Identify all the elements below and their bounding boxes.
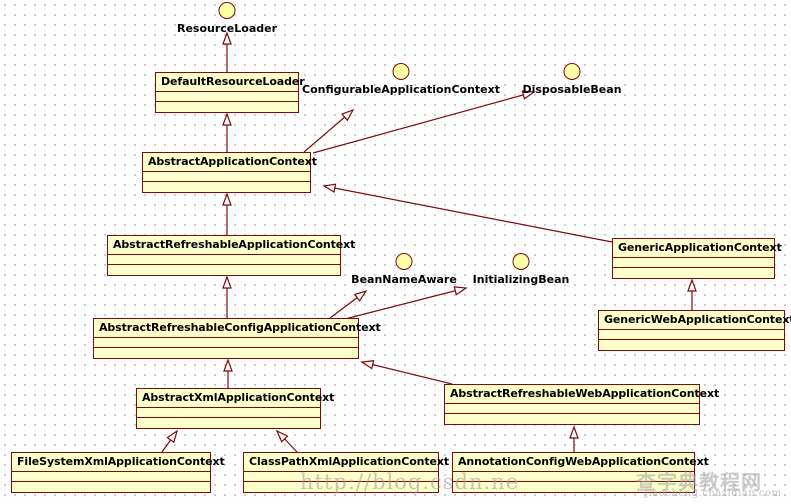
class-name: DefaultResourceLoader [156,73,305,92]
class-operations-compartment [244,482,438,492]
class-box-abstractrefreshablewebapplicationcontext[interactable]: AbstractRefreshableWebApplicationContext [444,384,719,425]
edge-genericapplicationcontext-abstractapplicationcontext [322,183,613,243]
class-box-abstractxmlapplicationcontext[interactable]: AbstractXmlApplicationContext [136,388,334,429]
class-name: GenericApplicationContext [613,239,782,258]
class-name: AbstractApplicationContext [143,153,317,172]
interface-label: ConfigurableApplicationContext [302,83,500,96]
interface-ball-icon [563,63,581,80]
interface-label: BeanNameAware [351,273,457,286]
class-name: GenericWebApplicationContext [599,311,791,330]
interface-label: DisposableBean [522,83,622,96]
class-name: AbstractXmlApplicationContext [137,389,334,408]
class-attributes-compartment [453,472,694,482]
interface-ball-icon [392,63,410,80]
class-attributes-compartment [445,404,699,414]
edge-abstractapplicationcontext-disposablebean [312,90,536,154]
edge-abstractrefreshableconfig-beannameaware [329,289,368,319]
class-attributes-compartment [137,408,320,418]
interface-ball-icon [395,253,413,270]
interface-ball-icon [512,253,530,270]
edge-abstractrefreshableconfig-initializingbean [344,286,468,320]
class-operations-compartment [599,340,784,350]
interface-label: InitializingBean [472,273,570,286]
class-box-abstractrefreshableapplicationcontext[interactable]: AbstractRefreshableApplicationContext [107,235,355,276]
class-box-genericapplicationcontext[interactable]: GenericApplicationContext [612,238,782,279]
class-box-annotationconfigwebapplicationcontext[interactable]: AnnotationConfigWebApplicationContext [452,452,709,493]
class-attributes-compartment [599,330,784,340]
class-operations-compartment [12,482,210,492]
class-attributes-compartment [94,338,358,348]
class-box-abstractrefreshableconfigapplicationcontext[interactable]: AbstractRefreshableConfigApplicationCont… [93,318,381,359]
class-operations-compartment [156,102,298,112]
class-attributes-compartment [156,92,298,102]
class-attributes-compartment [143,172,310,182]
edge-classpathxml-abstractxml [275,429,298,453]
edge-abstractapplicationcontext-configurableapplicationcontext [303,108,355,153]
edge-abstractrefreshableweb-abstractrefreshableconfig [360,360,453,385]
class-name: AbstractRefreshableConfigApplicationCont… [94,319,381,338]
class-name: AbstractRefreshableApplicationContext [108,236,355,255]
class-attributes-compartment [244,472,438,482]
class-box-defaultresourceloader[interactable]: DefaultResourceLoader [155,72,305,113]
interface-ball-icon [218,2,236,19]
class-name: FileSystemXmlApplicationContext [12,453,225,472]
class-operations-compartment [143,182,310,192]
class-operations-compartment [137,418,320,428]
class-box-filesystemxmlapplicationcontext[interactable]: FileSystemXmlApplicationContext [11,452,225,493]
class-name: AnnotationConfigWebApplicationContext [453,453,709,472]
class-operations-compartment [108,265,340,275]
class-box-abstractapplicationcontext[interactable]: AbstractApplicationContext [142,152,317,193]
interface-label: ResourceLoader [176,22,278,35]
class-attributes-compartment [12,472,210,482]
class-name: ClassPathXmlApplicationContext [244,453,449,472]
uml-diagram-canvas: ResourceLoader ConfigurableApplicationCo… [0,0,791,504]
class-name: AbstractRefreshableWebApplicationContext [445,385,719,404]
class-operations-compartment [94,348,358,358]
class-operations-compartment [453,482,694,492]
class-attributes-compartment [108,255,340,265]
class-box-classpathxmlapplicationcontext[interactable]: ClassPathXmlApplicationContext [243,452,449,493]
class-operations-compartment [613,268,774,278]
class-box-genericwebapplicationcontext[interactable]: GenericWebApplicationContext [598,310,791,351]
class-operations-compartment [445,414,699,424]
class-attributes-compartment [613,258,774,268]
edge-filesystemxml-abstractxml [161,429,179,453]
